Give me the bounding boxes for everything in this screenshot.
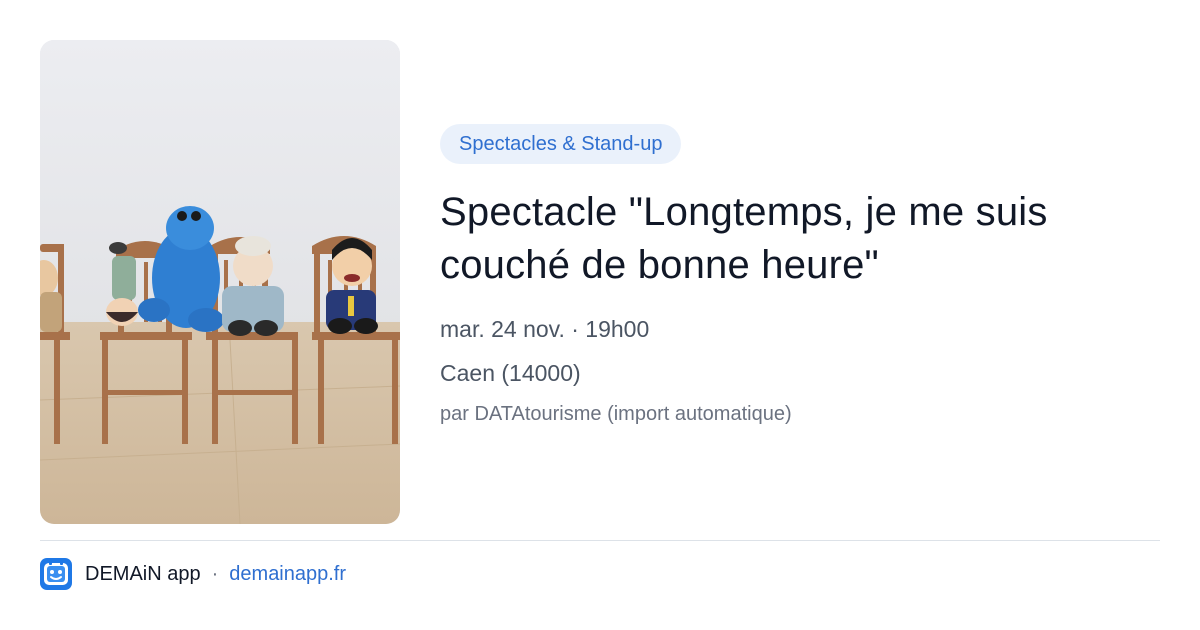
event-photo bbox=[40, 40, 400, 524]
footer: DEMAiN app · demainapp.fr bbox=[40, 558, 346, 590]
footer-divider bbox=[40, 540, 1160, 541]
app-website-link[interactable]: demainapp.fr bbox=[229, 563, 346, 586]
demain-logo-icon bbox=[40, 558, 72, 590]
footer-separator: · bbox=[211, 562, 219, 585]
app-name: DEMAiN app bbox=[85, 562, 201, 585]
event-datetime: mar. 24 nov. · 19h00 bbox=[440, 316, 650, 342]
category-badge[interactable]: Spectacles & Stand-up bbox=[440, 124, 682, 164]
event-details: Spectacles & Stand-up Spectacle "Longtem… bbox=[440, 124, 1160, 428]
event-image[interactable] bbox=[40, 40, 400, 524]
event-source: par DATAtourisme (import automatique) bbox=[440, 403, 792, 425]
event-title[interactable]: Spectacle "Longtemps, je me suis couché … bbox=[440, 186, 1160, 292]
event-location: Caen (14000) bbox=[440, 360, 581, 386]
